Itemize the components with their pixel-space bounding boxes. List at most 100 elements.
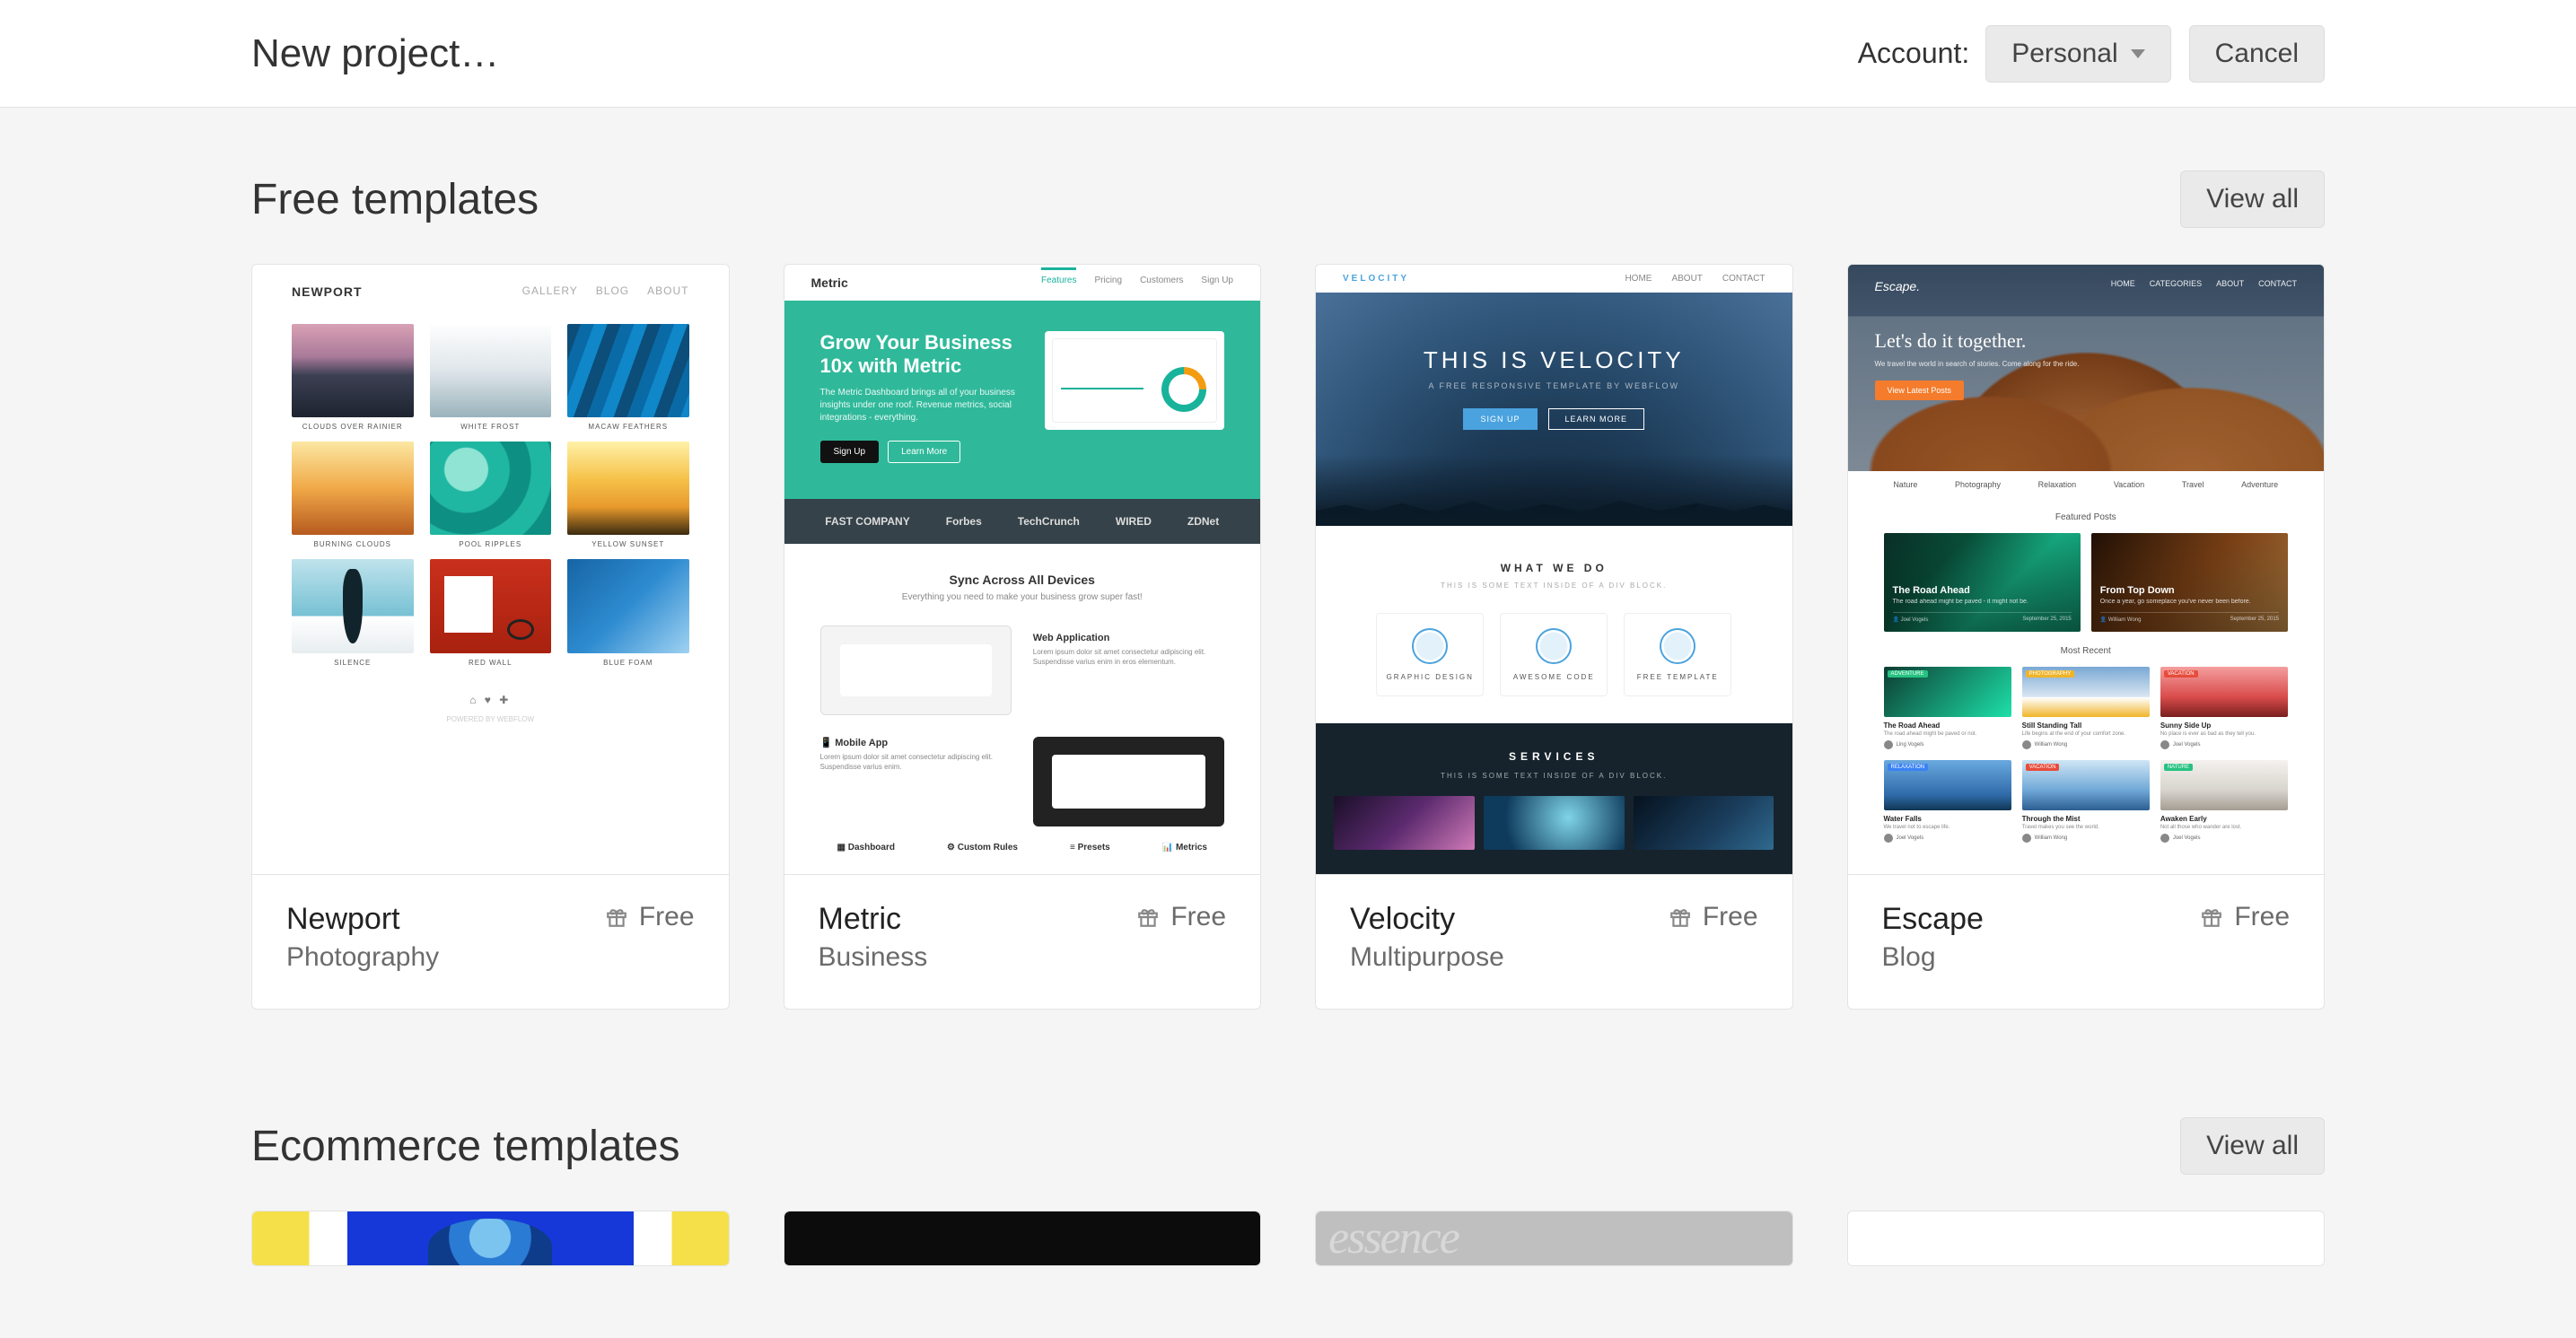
metric-hero-h: Grow Your Business 10x with Metric [820,331,1019,378]
account-value: Personal [2011,39,2117,69]
template-thumb: Escape. HOMECATEGORIESABOUTCONTACT Let's… [1848,265,2325,875]
metric-feat-p: Lorem ipsum dolor sit amet consectetur a… [1033,647,1224,667]
template-card-velocity[interactable]: VELOCITY HOME ABOUT CONTACT THIS IS VELO… [1315,264,1793,1010]
velocity-hero-p: A FREE RESPONSIVE TEMPLATE BY WEBFLOW [1316,381,1792,390]
newport-caption: CLOUDS OVER RAINIER [292,423,414,431]
view-all-free[interactable]: View all [2180,171,2325,228]
velocity-btn-signup: SIGN UP [1463,408,1537,430]
gift-icon [2200,905,2223,929]
template-thumb: Metric Features Pricing Customers Sign U… [784,265,1261,875]
account-dropdown[interactable]: Personal [1985,25,2170,83]
nav-item: Sign Up [1201,275,1233,290]
template-price: Free [1669,902,1758,932]
metric-shot-web [820,625,1012,715]
escape-preview: Escape. HOMECATEGORIESABOUTCONTACT Let's… [1848,265,2325,843]
section-title-ecommerce: Ecommerce templates [251,1122,680,1171]
section-head-ecommerce: Ecommerce templates View all [251,1117,2325,1175]
velocity-brand: VELOCITY [1343,274,1409,284]
escape-nav: HOMECATEGORIESABOUTCONTACT [2111,279,2297,293]
price-text: Free [1703,902,1758,932]
newport-cell: YELLOW SUNSET [567,442,689,548]
metric-feat-p: Lorem ipsum dolor sit amet consectetur a… [820,752,1012,772]
metric-feat-h: 📱 Mobile App [820,737,1012,748]
escape-nav2: NaturePhotographyRelaxationVacationTrave… [1848,471,2325,498]
template-thumb: NEWPORT GALLERY BLOG ABOUT CLOUDS OVER R… [252,265,729,875]
newport-img [292,442,414,535]
velocity-serv-h: SERVICES [1316,750,1792,763]
ecommerce-templates-grid: essence [251,1211,2325,1266]
newport-caption: MACAW FEATHERS [567,423,689,431]
template-card[interactable] [784,1211,1262,1266]
newport-img [430,559,552,652]
escape-feat-h: Featured Posts [1884,512,2289,522]
escape-brand: Escape. [1875,279,1921,293]
price-text: Free [1170,902,1226,932]
newport-cell: POOL RIPPLES [430,442,552,548]
template-card[interactable] [1847,1211,2326,1266]
newport-cell: WHITE FROST [430,324,552,431]
nav-item: ABOUT [647,284,688,299]
nav-item: BLOG [596,284,629,299]
section-title-free: Free templates [251,175,539,224]
newport-grid: CLOUDS OVER RAINIER WHITE FROST MACAW FEAT… [292,324,689,667]
nav-item: Pricing [1094,275,1122,290]
newport-nav: GALLERY BLOG ABOUT [522,284,689,299]
velocity-nav: HOME ABOUT CONTACT [1625,274,1765,284]
velocity-mid-h: WHAT WE DO [1343,562,1766,574]
velocity-btn-learn: LEARN MORE [1548,408,1645,430]
escape-cta: View Latest Posts [1875,380,1964,400]
newport-cell: BURNING CLOUDS [292,442,414,548]
template-category: Blog [1882,942,1984,973]
newport-img [292,559,414,652]
metric-brand: Metric [811,275,848,290]
newport-social: ⌂ ♥ ✚ [292,694,689,706]
template-name: Newport [286,902,439,937]
newport-img [292,324,414,417]
velocity-hero-h: THIS IS VELOCITY [1316,346,1792,374]
newport-caption: BLUE FOAM [567,659,689,667]
metric-btn-signup: Sign Up [820,441,880,463]
template-card-metric[interactable]: Metric Features Pricing Customers Sign U… [784,264,1262,1010]
template-card[interactable]: essence [1315,1211,1793,1266]
price-text: Free [2234,902,2290,932]
template-price: Free [1136,902,1226,932]
escape-recent-card: PHOTOGRAPHYStill Standing TallLife begin… [2022,667,2150,749]
nav-item: Customers [1140,275,1183,290]
escape-hero-h: Let's do it together. [1875,329,2298,353]
template-price: Free [2200,902,2290,932]
newport-cell: BLUE FOAM [567,559,689,666]
nav-item: Features [1041,267,1076,290]
nav-item: GALLERY [522,284,578,299]
newport-brand: NEWPORT [292,284,363,299]
velocity-mid-p: THIS IS SOME TEXT INSIDE OF A DIV BLOCK. [1343,582,1766,590]
newport-cell: MACAW FEATHERS [567,324,689,431]
template-card-escape[interactable]: Escape. HOMECATEGORIESABOUTCONTACT Let's… [1847,264,2326,1010]
section-head-free: Free templates View all [251,171,2325,228]
escape-featured-card: The Road AheadThe road ahead might be pa… [1884,533,2081,632]
view-all-ecommerce[interactable]: View all [2180,1117,2325,1175]
newport-caption: POOL RIPPLES [430,540,552,548]
newport-cell: RED WALL [430,559,552,666]
newport-img [430,324,552,417]
template-name: Metric [819,902,928,937]
press-logo: ZDNet [1187,515,1219,528]
topbar: New project… Account: Personal Cancel [0,0,2576,108]
content: Free templates View all NEWPORT GALLERY … [0,171,2576,1338]
escape-recent-card: VACATIONSunny Side UpNo place is ever as… [2160,667,2288,749]
template-card-newport[interactable]: NEWPORT GALLERY BLOG ABOUT CLOUDS OVER R… [251,264,730,1010]
escape-featured-card: From Top DownOnce a year, go someplace y… [2091,533,2288,632]
template-card[interactable] [251,1211,730,1266]
metric-sync-h: Sync Across All Devices [820,573,1225,587]
escape-hero-p: We travel the world in search of stories… [1875,360,2108,368]
template-category: Multipurpose [1350,942,1504,973]
escape-recent-card: VACATIONThrough the MistTravel makes you… [2022,760,2150,843]
press-logo: FAST COMPANY [825,515,909,528]
gift-icon [1136,905,1160,929]
cancel-button[interactable]: Cancel [2189,25,2325,83]
metric-row: ▦ Dashboard ⚙ Custom Rules ≡ Presets 📊 M… [784,826,1261,853]
card-meta: Metric Business Free [784,875,1261,1009]
newport-img [567,324,689,417]
velocity-preview: VELOCITY HOME ABOUT CONTACT THIS IS VELO… [1316,265,1792,875]
newport-caption: SILENCE [292,659,414,667]
template-thumb: VELOCITY HOME ABOUT CONTACT THIS IS VELO… [1316,265,1792,875]
